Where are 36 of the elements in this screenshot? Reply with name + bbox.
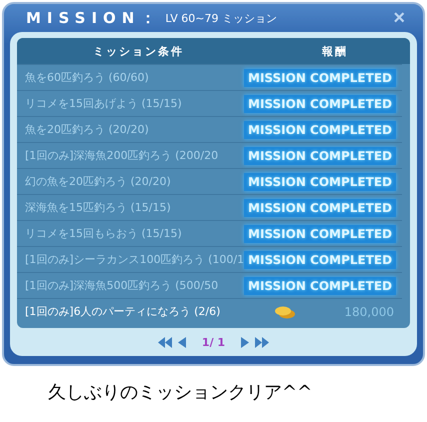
first-page-button[interactable] — [158, 336, 172, 348]
coins-icon — [274, 304, 296, 318]
mission-condition: [1回のみ]6人のパーティになろう (2/6) — [24, 304, 222, 319]
left-arrow-icon — [178, 336, 186, 348]
mission-completed-label: MISSION COMPLETED — [244, 224, 396, 242]
mission-completed-label: MISSION COMPLETED — [244, 172, 396, 190]
mission-condition: [1回のみ]深海魚200匹釣ろう (200/20 — [24, 148, 220, 163]
column-header: ミッション条件 — [92, 44, 185, 58]
mission-completed-label: MISSION COMPLETED — [244, 120, 396, 138]
reward-amount: 180,000 — [344, 304, 394, 318]
mission-condition: 魚を20匹釣ろう (20/20) — [24, 122, 150, 137]
caption: 久しぶりのミッションクリア^^ — [47, 381, 314, 404]
close-button[interactable]: × — [393, 8, 405, 28]
window-subtitle: LV 60~79 ミッション — [165, 10, 278, 26]
mission-condition: 幻の魚を20匹釣ろう (20/20) — [24, 174, 172, 189]
mission-completed-label: MISSION COMPLETED — [244, 276, 396, 294]
mission-completed-label: MISSION COMPLETED — [244, 198, 396, 216]
mission-completed-label: MISSION COMPLETED — [244, 146, 396, 164]
column-header: 報酬 — [321, 44, 349, 58]
mission-condition: リコメを15回あげよう (15/15) — [24, 96, 183, 111]
page-number: 1/ 1 — [202, 336, 226, 348]
double-right-arrow-icon — [255, 336, 270, 348]
mission-condition: リコメを15回もらおう (15/15) — [24, 226, 183, 241]
window-title: MISSION： — [26, 8, 162, 28]
mission-completed-label: MISSION COMPLETED — [244, 94, 396, 112]
next-page-button[interactable] — [241, 336, 250, 348]
mission-condition: 深海魚を15匹釣ろう (15/15) — [24, 200, 172, 215]
previous-page-button[interactable] — [178, 336, 186, 348]
mission-completed-label: MISSION COMPLETED — [244, 250, 396, 268]
right-arrow-icon — [241, 336, 250, 348]
mission-condition: [1回のみ]深海魚500匹釣ろう (500/50 — [24, 278, 220, 293]
mission-completed-label: MISSION COMPLETED — [244, 68, 396, 86]
last-page-button[interactable] — [255, 336, 270, 348]
mission-condition: 魚を60匹釣ろう (60/60) — [24, 70, 150, 85]
mission-condition: [1回のみ]シーラカンス100匹釣ろう (100/1 — [24, 252, 244, 267]
double-left-arrow-icon — [158, 336, 172, 348]
